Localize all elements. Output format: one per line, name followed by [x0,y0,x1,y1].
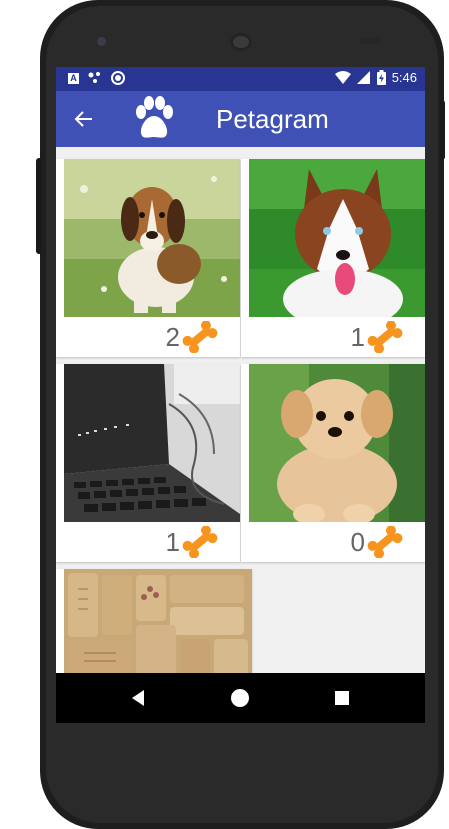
front-camera [97,37,106,46]
pet-card[interactable] [56,569,252,673]
home-circle-icon[interactable] [228,686,252,710]
a-box-icon: A [68,72,79,84]
bone-icon[interactable] [367,526,403,558]
recents-square-icon[interactable] [330,686,354,710]
likes-row: 2 [56,317,240,357]
bone-icon[interactable] [182,526,218,558]
wifi-icon [334,70,351,84]
app-title: Petagram [216,104,329,134]
pet-card[interactable]: 1 [241,159,425,357]
likes-row: 1 [56,522,240,562]
signal-icon [356,70,370,84]
back-button[interactable] [68,103,100,135]
like-count: 1 [165,527,180,557]
pet-card[interactable]: 1 [56,364,240,562]
status-time: 5:46 [391,70,417,85]
dots-icon [88,72,100,83]
bone-icon[interactable] [367,321,403,353]
earpiece-speaker [230,33,252,51]
screen: A 5:46 Petagram 2 1 1 0 [56,67,425,723]
paw-icon [136,96,173,138]
status-bar: A 5:46 [56,67,425,91]
pet-card[interactable]: 2 [56,159,240,357]
laptop-photo [64,364,240,522]
app-toolbar: Petagram [56,91,425,147]
pet-grid: 2 1 1 0 [56,147,425,673]
likes-row: 1 [241,317,425,357]
husky-photo [249,159,425,317]
beagle-photo [64,159,240,317]
pet-card[interactable]: 0 [241,364,425,562]
volume-button [36,158,42,254]
back-triangle-icon[interactable] [126,686,150,710]
phone-frame: A 5:46 Petagram 2 1 1 0 [36,0,445,829]
navigation-bar [56,673,425,723]
circle-icon [111,71,125,85]
puppy-photo [249,364,425,522]
like-count: 0 [350,527,365,557]
like-count: 2 [165,322,180,352]
battery-icon [376,70,386,85]
arrow-back-icon [74,111,92,127]
power-button [440,100,445,160]
corks-photo [64,569,252,673]
bone-icon[interactable] [182,321,218,353]
likes-row: 0 [241,522,425,562]
like-count: 1 [350,322,365,352]
proximity-sensor [360,38,380,44]
